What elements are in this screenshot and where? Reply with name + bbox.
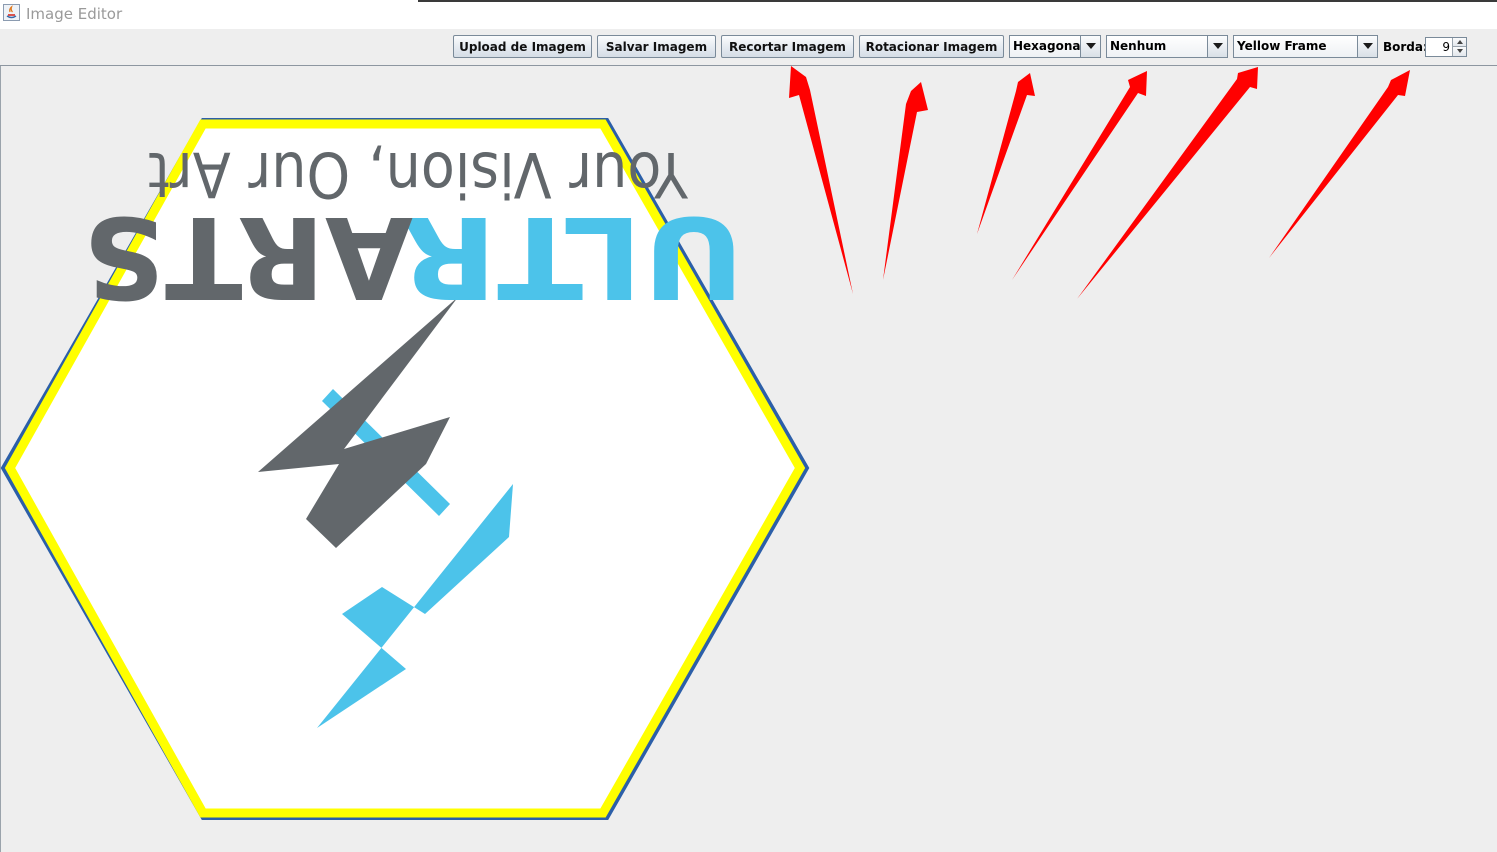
window-top-border xyxy=(418,0,1497,2)
chevron-down-icon xyxy=(1213,43,1223,49)
chevron-down-icon xyxy=(1363,43,1373,49)
chevron-down-icon xyxy=(1457,49,1463,53)
border-label: Borda: xyxy=(1383,40,1428,54)
shape-select-dropdown[interactable] xyxy=(1080,36,1100,57)
filter-select-dropdown[interactable] xyxy=(1207,36,1227,57)
frame-select[interactable]: Yellow Frame xyxy=(1233,35,1378,58)
rotate-image-button[interactable]: Rotacionar Imagem xyxy=(859,35,1004,58)
edited-image: ULTR ARTS Your Vision, Our Art xyxy=(0,118,810,820)
brand-tagline: Your Vision, Our Art xyxy=(148,138,689,211)
filter-select[interactable]: Nenhum xyxy=(1106,35,1228,58)
shape-select-value: Hexagonal xyxy=(1013,39,1085,53)
border-spinner-value[interactable]: 9 xyxy=(1442,40,1450,54)
filter-select-value: Nenhum xyxy=(1110,39,1167,53)
chevron-down-icon xyxy=(1086,43,1096,49)
save-image-button[interactable]: Salvar Imagem xyxy=(597,35,716,58)
spinner-down-button[interactable] xyxy=(1452,47,1466,56)
window-title: Image Editor xyxy=(26,5,123,23)
spinner-up-button[interactable] xyxy=(1452,38,1466,47)
upload-image-button[interactable]: Upload de Imagem xyxy=(453,35,592,58)
chevron-up-icon xyxy=(1457,40,1463,44)
crop-image-button[interactable]: Recortar Imagem xyxy=(721,35,854,58)
border-spinner[interactable]: 9 xyxy=(1425,37,1467,57)
java-app-icon xyxy=(3,4,20,21)
frame-select-value: Yellow Frame xyxy=(1237,39,1327,53)
frame-select-dropdown[interactable] xyxy=(1357,36,1377,57)
title-bar: Image Editor xyxy=(0,0,1497,29)
shape-select[interactable]: Hexagonal xyxy=(1009,35,1101,58)
